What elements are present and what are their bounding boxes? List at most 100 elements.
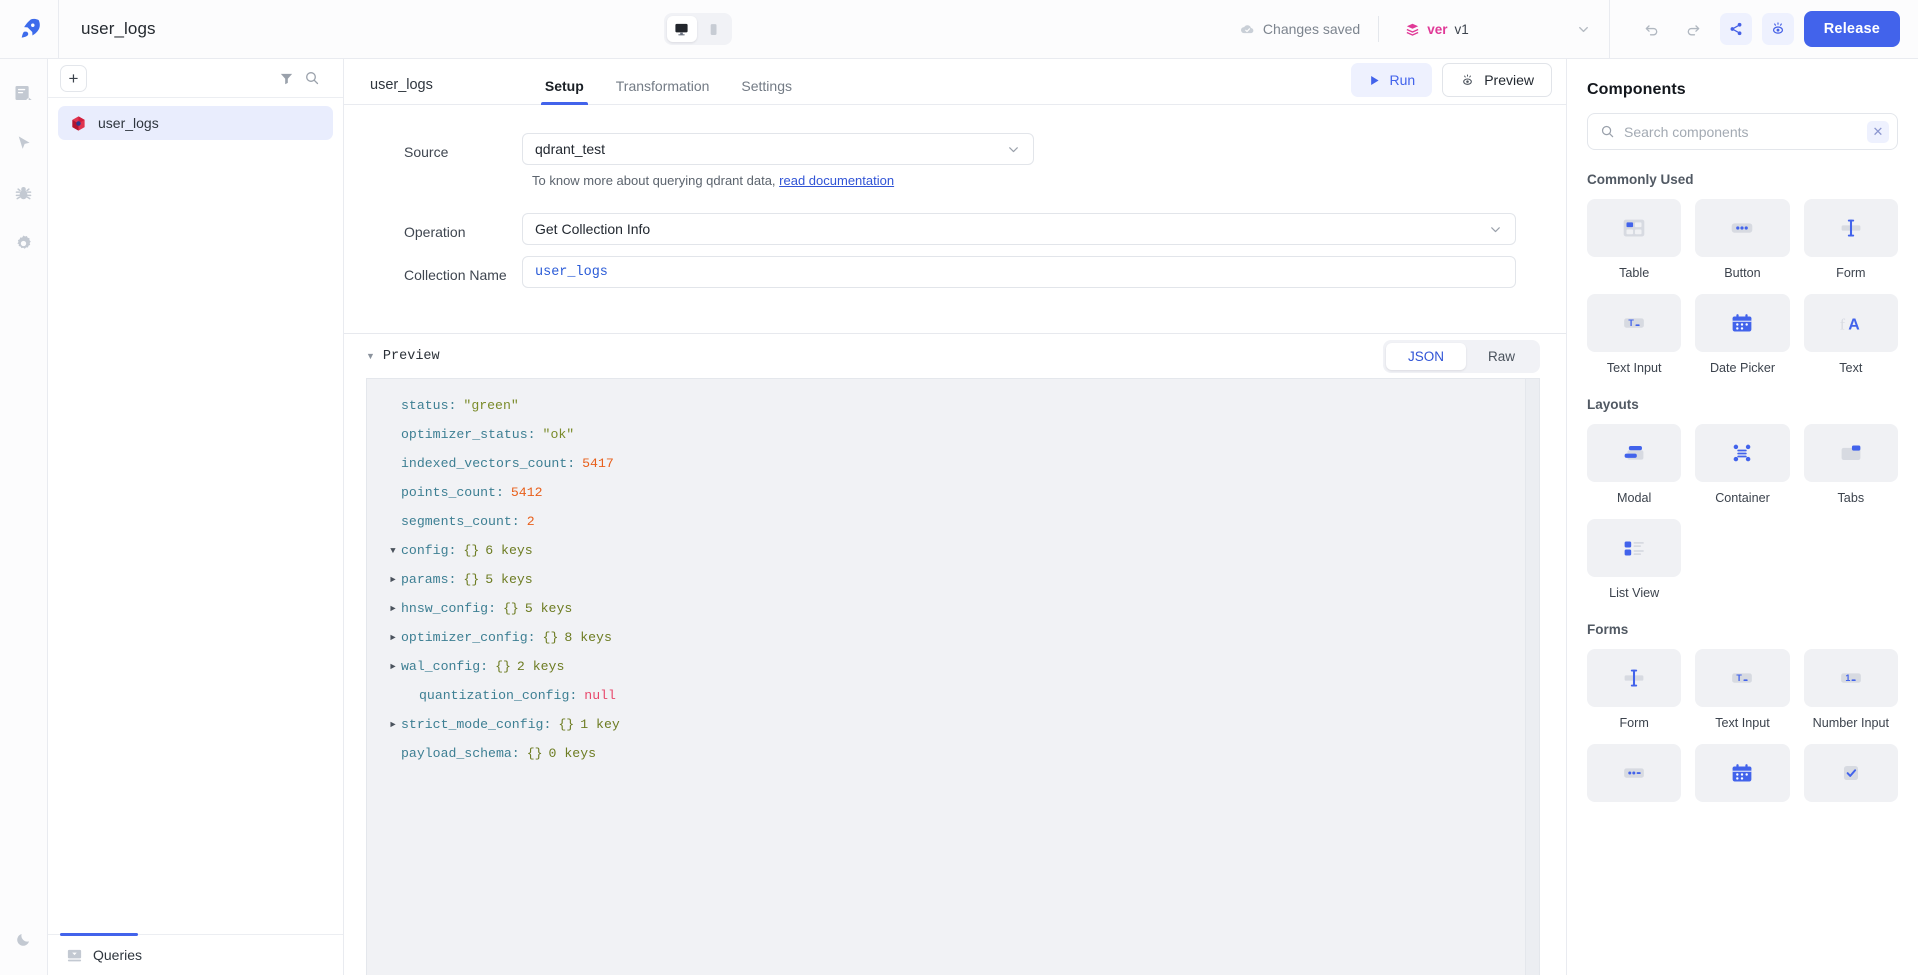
json-colon: : (512, 514, 520, 529)
json-colon: : (512, 746, 520, 761)
json-colon: : (496, 485, 504, 500)
caret-right-icon[interactable]: ► (385, 604, 401, 614)
component-card-label: List View (1609, 586, 1659, 600)
run-button[interactable]: Run (1351, 63, 1433, 97)
cursor-icon[interactable] (4, 123, 44, 163)
preview-button[interactable]: Preview (1442, 63, 1552, 97)
json-colon: : (543, 717, 551, 732)
component-card-label: Container (1715, 491, 1770, 505)
editor-title: user_logs (370, 77, 433, 104)
component-card-text[interactable]: fAText (1804, 294, 1898, 375)
caret-right-icon[interactable]: ► (385, 575, 401, 585)
preview-mode-json[interactable]: JSON (1386, 343, 1466, 370)
app-logo[interactable] (0, 0, 59, 58)
collection-name-input[interactable]: user_logs (522, 256, 1516, 288)
undo-button[interactable] (1636, 13, 1668, 45)
component-card-table[interactable]: Table (1587, 199, 1681, 280)
caret-right-icon[interactable]: ► (385, 720, 401, 730)
query-list-item-user-logs[interactable]: user_logs (58, 106, 333, 140)
read-documentation-link[interactable]: read documentation (779, 173, 894, 188)
settings-gear-icon[interactable] (4, 223, 44, 263)
version-selector[interactable]: ver v1 (1379, 22, 1591, 37)
component-card-text-input[interactable]: TText Input (1587, 294, 1681, 375)
json-colon: : (569, 688, 577, 703)
components-section-title: Commonly Used (1587, 172, 1898, 187)
json-row[interactable]: ▼config:{}6 keys (367, 536, 1539, 565)
eye-icon (1460, 73, 1475, 88)
share-button[interactable] (1720, 13, 1752, 45)
collapse-caret-icon[interactable]: ▼ (366, 351, 375, 361)
save-status-label: Changes saved (1263, 21, 1360, 37)
component-card-container[interactable]: Container (1695, 424, 1789, 505)
filter-icon[interactable] (273, 65, 299, 91)
search-icon[interactable] (299, 65, 325, 91)
component-card[interactable] (1587, 744, 1681, 802)
component-card-form[interactable]: Form (1587, 649, 1681, 730)
logs-icon[interactable] (4, 73, 44, 113)
preview-mode-raw[interactable]: Raw (1466, 343, 1537, 370)
collection-name-control: user_logs (522, 256, 1516, 288)
redo-button[interactable] (1678, 13, 1710, 45)
date-picker-icon (1695, 294, 1789, 352)
json-scrollbar[interactable] (1525, 379, 1539, 975)
mobile-icon (706, 22, 721, 37)
json-row[interactable]: ►optimizer_config:{}8 keys (367, 623, 1539, 652)
component-card-button[interactable]: Button (1695, 199, 1789, 280)
components-search[interactable]: ✕ (1587, 113, 1898, 150)
component-card-date-picker[interactable]: Date Picker (1695, 294, 1789, 375)
add-query-button[interactable]: + (60, 65, 87, 92)
version-label: ver (1427, 22, 1447, 37)
svg-text:1: 1 (1845, 673, 1850, 683)
tab-transformation[interactable]: Transformation (600, 78, 726, 104)
component-card-tabs[interactable]: Tabs (1804, 424, 1898, 505)
form-icon (1804, 199, 1898, 257)
json-row[interactable]: ►hnsw_config:{}5 keys (367, 594, 1539, 623)
theme-moon-icon[interactable] (4, 919, 44, 959)
component-card-number-input[interactable]: 1Number Input (1804, 649, 1898, 730)
operation-select[interactable]: Get Collection Info (522, 213, 1516, 245)
caret-right-icon[interactable]: ► (385, 633, 401, 643)
tab-settings[interactable]: Settings (725, 78, 808, 104)
source-hint-text: To know more about querying qdrant data, (532, 173, 776, 188)
chevron-down-icon (1006, 142, 1021, 157)
source-select[interactable]: qdrant_test (522, 133, 1034, 165)
component-card-text-input[interactable]: TText Input (1695, 649, 1789, 730)
collection-name-row: Collection Name user_logs (404, 256, 1516, 288)
json-row[interactable]: ►wal_config:{}2 keys (367, 652, 1539, 681)
components-section-title: Layouts (1587, 397, 1898, 412)
json-key: quantization_config (419, 688, 569, 703)
source-control: qdrant_test To know more about querying … (522, 133, 1516, 202)
json-braces: {} (463, 572, 479, 587)
tab-setup[interactable]: Setup (529, 78, 600, 104)
json-braces: {} (503, 601, 519, 616)
component-card[interactable] (1804, 744, 1898, 802)
json-row: payload_schema:{}0 keys (367, 739, 1539, 768)
preview-panel-title: Preview (383, 349, 440, 364)
queries-footer-tab[interactable]: Queries (48, 934, 343, 975)
search-components-input[interactable] (1624, 124, 1858, 140)
chevron-down-icon (1488, 222, 1503, 237)
json-key: optimizer_config (401, 630, 528, 645)
operation-label: Operation (404, 213, 522, 242)
component-card-form[interactable]: Form (1804, 199, 1898, 280)
caret-right-icon[interactable]: ► (385, 662, 401, 672)
caret-down-icon[interactable]: ▼ (385, 546, 401, 556)
tabs-icon (1804, 424, 1898, 482)
mobile-view-button[interactable] (699, 16, 729, 42)
json-row[interactable]: ►strict_mode_config:{}1 key (367, 710, 1539, 739)
desktop-view-button[interactable] (667, 16, 697, 42)
preview-eye-button[interactable] (1762, 13, 1794, 45)
component-card[interactable] (1695, 744, 1789, 802)
json-row: optimizer_status:"ok" (367, 420, 1539, 449)
chevron-down-icon[interactable] (1576, 22, 1591, 37)
component-card-modal[interactable]: Modal (1587, 424, 1681, 505)
version-value: v1 (1455, 22, 1469, 37)
debug-bug-icon[interactable] (4, 173, 44, 213)
modal-icon (1587, 424, 1681, 482)
device-toggle-group (156, 0, 1240, 58)
component-card-list-view[interactable]: List View (1587, 519, 1681, 600)
release-button[interactable]: Release (1804, 11, 1900, 47)
json-row[interactable]: ►params:{}5 keys (367, 565, 1539, 594)
clear-search-icon[interactable]: ✕ (1867, 121, 1889, 143)
components-grid: TableButtonForm TText InputDate PickerfAT… (1587, 199, 1898, 375)
